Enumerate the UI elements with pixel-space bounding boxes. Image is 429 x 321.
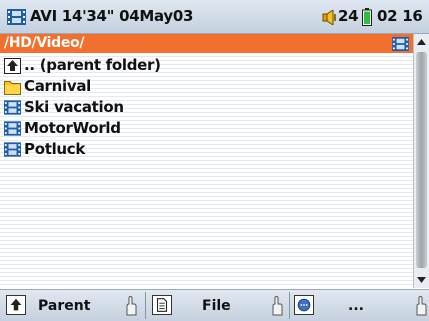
status-bar: AVI 14'34" 04May03 24 02 16 — [0, 0, 429, 34]
scroll-up-arrow-icon[interactable] — [414, 34, 429, 50]
file-button-label: File — [202, 298, 231, 314]
list-item-label: MotorWorld — [24, 119, 121, 137]
list-item-label: Potluck — [24, 140, 86, 158]
file-icon — [152, 295, 172, 315]
list-item-parent-folder[interactable]: .. (parent folder) — [0, 55, 413, 76]
clock-time: 02 16 — [377, 7, 423, 25]
folder-icon — [4, 81, 21, 95]
more-options-button[interactable]: ... — [290, 290, 429, 321]
path-bar: /HD/Video/ — [0, 34, 413, 53]
parent-button[interactable]: Parent — [0, 290, 145, 321]
battery-icon — [362, 8, 372, 26]
scroll-down-arrow-icon[interactable] — [414, 272, 429, 288]
film-icon — [4, 142, 21, 157]
list-item-video[interactable]: Ski vacation — [0, 97, 413, 118]
list-item-label: Carnival — [24, 77, 91, 95]
scrollbar[interactable] — [413, 34, 429, 288]
list-item-folder[interactable]: Carnival — [0, 76, 413, 97]
list-item-label: Ski vacation — [24, 98, 124, 116]
film-icon — [392, 37, 409, 51]
parent-arrow-icon — [6, 295, 26, 315]
list-item-video[interactable]: MotorWorld — [0, 118, 413, 139]
file-info-text: AVI 14'34" 04May03 — [30, 7, 194, 25]
speaker-icon — [322, 10, 336, 25]
bottom-toolbar: Parent File ... — [0, 289, 429, 321]
film-icon — [4, 121, 21, 136]
more-options-icon — [294, 295, 314, 315]
current-path: /HD/Video/ — [4, 35, 85, 51]
file-button[interactable]: File — [146, 290, 289, 321]
volume-level: 24 — [338, 7, 359, 25]
pointing-hand-icon — [416, 296, 427, 316]
file-list[interactable]: .. (parent folder) Carnival Ski vacation — [0, 53, 413, 288]
film-icon — [4, 100, 21, 115]
film-icon — [7, 9, 26, 25]
list-item-label: .. (parent folder) — [24, 56, 161, 74]
parent-folder-icon — [4, 58, 21, 74]
screen: AVI 14'34" 04May03 24 02 16 /HD/Video/ .… — [0, 0, 429, 321]
pointing-hand-icon — [126, 296, 137, 316]
list-item-video[interactable]: Potluck — [0, 139, 413, 160]
pointing-hand-icon — [272, 296, 283, 316]
parent-button-label: Parent — [38, 298, 91, 314]
scroll-thumb[interactable] — [416, 52, 427, 268]
more-options-label: ... — [348, 298, 364, 314]
